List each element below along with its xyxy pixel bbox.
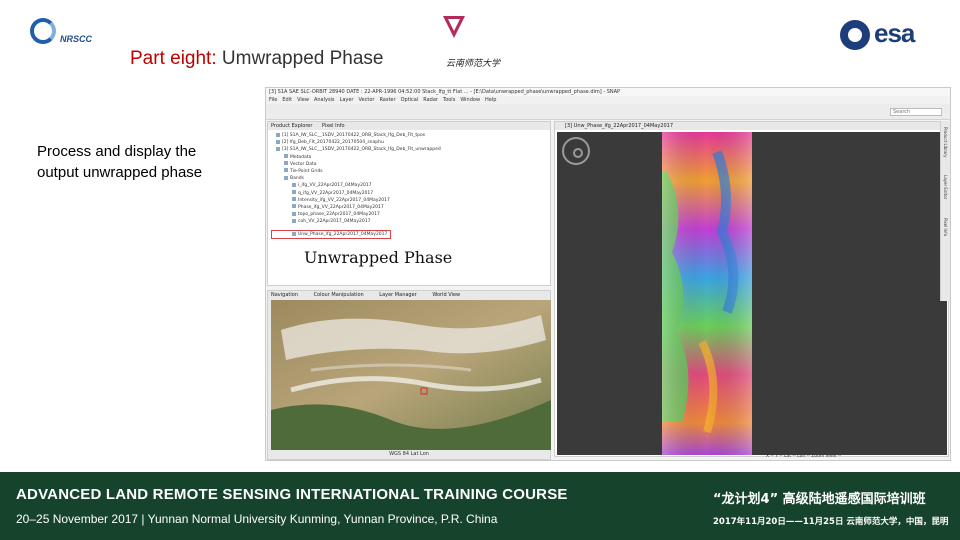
- university-name: 云南师范大学: [446, 59, 501, 69]
- tree-item-selected[interactable]: Unw_Phase_ifg_22Apr2017_04May2017: [270, 230, 392, 240]
- tab-pixel-info[interactable]: Pixel Info: [322, 123, 345, 129]
- menu-item[interactable]: Vector: [359, 97, 375, 103]
- tab-colour-manipulation[interactable]: Colour Manipulation: [314, 292, 364, 298]
- menu-item[interactable]: View: [297, 97, 309, 103]
- band-icon: [284, 168, 288, 173]
- band-icon: [276, 139, 280, 144]
- esa-wordmark: esa: [874, 18, 915, 48]
- world-view-panel: Navigation Colour Manipulation Layer Man…: [267, 290, 551, 460]
- tree-item[interactable]: Vector Data: [272, 161, 546, 168]
- band-icon: [292, 211, 296, 216]
- menu-item[interactable]: Analysis: [314, 97, 335, 103]
- menu-bar: File Edit View Analysis Layer Vector Raster Opt…: [266, 96, 950, 104]
- navigation-control-icon[interactable]: [562, 137, 590, 165]
- tree-item-label: i_ifg_VV_22Apr2017_04May2017: [298, 183, 372, 189]
- course-title-cn: “龙计划4” 高级陆地遥感国际培训班: [713, 492, 926, 507]
- tree-item[interactable]: Intensity_ifg_VV_22Apr2017_04May2017: [272, 197, 546, 204]
- world-tabs: Navigation Colour Manipulation Layer Man…: [268, 291, 550, 299]
- tree-item-label: [2] Ifg_Deb_Flt_20170422_20170504_snaphu: [282, 140, 384, 146]
- tree-item[interactable]: [2] Ifg_Deb_Flt_20170422_20170504_snaphu: [272, 139, 546, 146]
- slide-title: Part eight: Umwrapped Phase: [130, 48, 383, 70]
- tree-item-label: topo_phase_22Apr2017_04May2017: [298, 212, 380, 218]
- tree-item[interactable]: Phase_ifg_VV_22Apr2017_04May2017: [272, 204, 546, 211]
- footer-banner: ADVANCED LAND REMOTE SENSING INTERNATION…: [0, 472, 960, 540]
- band-icon: [292, 197, 296, 202]
- course-title-en: ADVANCED LAND REMOTE SENSING INTERNATION…: [16, 486, 568, 503]
- window-title: [3] S1A SAE SLC-ORBIT 28940 DATE : 22-AP…: [266, 88, 950, 96]
- pixel-info-tab[interactable]: Pixel Info: [943, 218, 948, 236]
- menu-item[interactable]: Optical: [401, 97, 419, 103]
- world-map[interactable]: [271, 300, 551, 450]
- band-icon: [284, 161, 288, 166]
- menu-item[interactable]: Window: [460, 97, 480, 103]
- menu-item[interactable]: File: [269, 97, 277, 103]
- band-icon: [292, 204, 296, 209]
- tree-item[interactable]: coh_VV_22Apr2017_04May2017: [272, 218, 546, 225]
- slide-description: Process and display the output unwrapped…: [37, 143, 203, 181]
- esa-globe-icon: [840, 20, 870, 50]
- image-canvas[interactable]: [557, 132, 947, 455]
- slide-title-part: Part eight:: [130, 48, 217, 69]
- nrscc-logo: NRSCC: [26, 14, 106, 54]
- tab-world-view[interactable]: World View: [432, 292, 460, 298]
- tree-item-label: Intensity_ifg_VV_22Apr2017_04May2017: [298, 197, 390, 203]
- menu-item[interactable]: Raster: [379, 97, 395, 103]
- tree-item[interactable]: Metadata: [272, 154, 546, 161]
- tree-item-label: Bands: [290, 176, 304, 182]
- tree-item-label: coh_VV_22Apr2017_04May2017: [298, 219, 371, 225]
- menu-item[interactable]: Radar: [423, 97, 438, 103]
- band-icon: [276, 146, 280, 151]
- menu-item[interactable]: Tools: [443, 97, 455, 103]
- band-icon: [292, 218, 296, 223]
- university-logo: 云南师范大学: [443, 16, 523, 69]
- tab-image-view[interactable]: [3] Unw_Phase_ifg_22Apr2017_04May2017: [555, 122, 948, 130]
- menu-item[interactable]: Help: [485, 97, 496, 103]
- band-icon: [284, 175, 288, 180]
- image-view-panel: [3] Unw_Phase_ifg_22Apr2017_04May2017: [554, 121, 949, 457]
- world-status: WGS 84 Lat Lon: [389, 451, 429, 457]
- nrscc-swirl-icon: [30, 18, 56, 44]
- right-tool-bar: Product Library Layer Editor Pixel Info: [940, 121, 950, 301]
- band-icon: [276, 132, 280, 137]
- tree-item-label: Vector Data: [290, 161, 317, 167]
- tree-item[interactable]: q_ifg_VV_22Apr2017_04May2017: [272, 190, 546, 197]
- tree-item[interactable]: i_ifg_VV_22Apr2017_04May2017: [272, 182, 546, 189]
- esa-logo: esa: [840, 18, 935, 52]
- tree-item-label: Tie-Point Grids: [290, 168, 323, 174]
- course-date-place-cn: 2017年11月20日——11月25日 云南师范大学，中国，昆明: [713, 517, 949, 527]
- tree-item[interactable]: [3] S1A_IW_SLC__1SDV_20170422_ORB_Stack_…: [272, 146, 546, 153]
- product-tree: [1] S1A_IW_SLC__1SDV_20170422_ORB_Stack_…: [268, 130, 550, 245]
- slide-title-topic: Umwrapped Phase: [221, 48, 384, 69]
- tree-item-label: Unw_Phase_ifg_22Apr2017_04May2017: [298, 232, 388, 238]
- snap-screenshot: [3] S1A SAE SLC-ORBIT 28940 DATE : 22-AP…: [265, 87, 951, 461]
- nrscc-logo-text: NRSCC: [60, 34, 93, 44]
- band-icon: [284, 154, 288, 159]
- tree-item-label: [1] S1A_IW_SLC__1SDV_20170422_ORB_Stack_…: [282, 133, 426, 138]
- tree-item-label: q_ifg_VV_22Apr2017_04May2017: [298, 190, 374, 196]
- tab-layer-manager[interactable]: Layer Manager: [379, 292, 416, 298]
- product-library-tab[interactable]: Product Library: [943, 127, 948, 157]
- search-input[interactable]: Search: [890, 108, 942, 116]
- band-icon: [292, 231, 296, 236]
- band-icon: [292, 182, 296, 187]
- tree-item[interactable]: [1] S1A_IW_SLC__1SDV_20170422_ORB_Stack_…: [272, 132, 546, 139]
- unwrapped-phase-image: [662, 132, 752, 455]
- layer-editor-tab[interactable]: Layer Editor: [943, 175, 948, 199]
- tab-product-explorer[interactable]: Product Explorer: [271, 123, 312, 129]
- menu-item[interactable]: Edit: [282, 97, 292, 103]
- tree-item[interactable]: Bands: [272, 175, 546, 182]
- tree-item-label: Metadata: [290, 154, 312, 160]
- product-tabs: Product Explorer Pixel Info: [268, 122, 550, 130]
- tree-item-label: [3] S1A_IW_SLC__1SDV_20170422_ORB_Stack_…: [282, 147, 441, 153]
- status-bar: X -- Y -- Lat -- Lon -- Zoom level --: [766, 454, 842, 459]
- band-icon: [292, 190, 296, 194]
- tree-item[interactable]: topo_phase_22Apr2017_04May2017: [272, 211, 546, 218]
- tab-navigation[interactable]: Navigation: [271, 292, 298, 298]
- unwrapped-phase-label: Unwrapped Phase: [304, 248, 453, 267]
- menu-item[interactable]: Layer: [340, 97, 354, 103]
- toolbar: [266, 104, 950, 120]
- tree-item-label: Phase_ifg_VV_22Apr2017_04May2017: [298, 204, 384, 210]
- course-date-place-en: 20–25 November 2017 | Yunnan Normal Univ…: [16, 512, 498, 526]
- tree-item[interactable]: Tie-Point Grids: [272, 168, 546, 175]
